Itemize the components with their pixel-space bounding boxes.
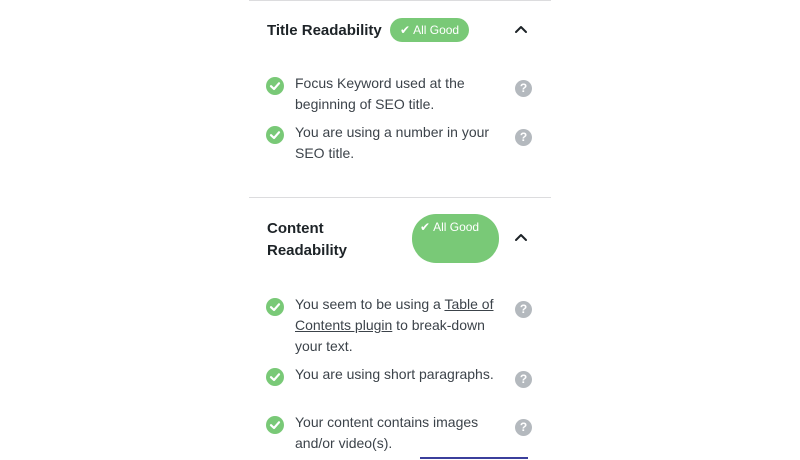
bottom-edge-line bbox=[420, 457, 528, 459]
seo-readability-panel: Title Readability ✔ All Good Focus Keywor… bbox=[249, 0, 551, 460]
checkmark-icon: ✔ bbox=[420, 220, 431, 234]
status-badge: ✔ All Good bbox=[412, 214, 499, 263]
status-badge-label: All Good bbox=[433, 220, 480, 234]
question-mark-icon[interactable]: ? bbox=[515, 419, 532, 436]
check-circle-icon bbox=[266, 126, 284, 144]
question-mark-icon[interactable]: ? bbox=[515, 371, 532, 388]
check-item-text: Your content contains images and/or vide… bbox=[295, 414, 479, 451]
question-mark-icon[interactable]: ? bbox=[515, 80, 532, 97]
check-item-text: You seem to be using a Table of Contents… bbox=[295, 294, 507, 357]
check-circle-icon bbox=[266, 416, 284, 434]
section-divider bbox=[249, 197, 551, 198]
checkmark-icon: ✔ bbox=[400, 23, 411, 37]
question-mark-icon[interactable]: ? bbox=[515, 301, 532, 318]
check-circle-icon bbox=[266, 77, 284, 95]
check-item-text-before: You seem to be using a bbox=[295, 296, 445, 312]
check-circle-icon bbox=[266, 368, 284, 386]
chevron-up-icon[interactable] bbox=[512, 21, 530, 39]
check-circle-icon bbox=[266, 298, 284, 316]
check-item-text: You are using a number in your SEO title… bbox=[295, 124, 490, 161]
section-heading: Title Readability bbox=[267, 22, 382, 39]
status-badge-label: All Good bbox=[413, 23, 460, 37]
check-item-text: You are using short paragraphs. bbox=[295, 366, 494, 382]
chevron-up-icon[interactable] bbox=[512, 229, 530, 247]
check-item-text: Focus Keyword used at the beginning of S… bbox=[295, 75, 465, 112]
top-divider bbox=[249, 0, 551, 1]
status-badge: ✔ All Good bbox=[390, 18, 470, 42]
section-heading: Content Readability bbox=[267, 220, 348, 259]
question-mark-icon[interactable]: ? bbox=[515, 129, 532, 146]
